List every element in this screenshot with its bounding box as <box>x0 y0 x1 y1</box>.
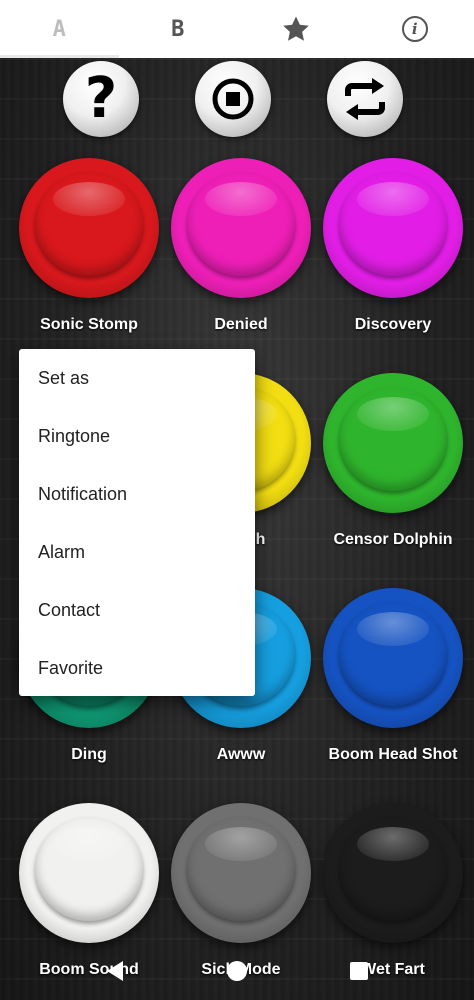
nav-home-icon[interactable] <box>227 961 247 981</box>
tab-favorites[interactable] <box>237 0 356 58</box>
sound-button-cap <box>339 172 447 276</box>
help-button[interactable]: ? <box>63 61 139 137</box>
context-menu: Set as Ringtone Notification Alarm Conta… <box>19 349 255 696</box>
menu-item-notification[interactable]: Notification <box>19 465 255 523</box>
sound-button-cap <box>339 602 447 706</box>
sound-button[interactable] <box>171 803 311 943</box>
sound-label: Boom Head Shot <box>328 746 458 763</box>
repeat-button[interactable] <box>327 61 403 137</box>
sound-button[interactable] <box>19 158 159 298</box>
sound-button-cap <box>339 387 447 491</box>
stop-button[interactable] <box>195 61 271 137</box>
repeat-icon <box>345 78 385 120</box>
stop-icon <box>212 78 254 120</box>
nav-back-icon[interactable] <box>107 961 123 981</box>
star-icon <box>283 16 309 41</box>
sound-button-cap <box>187 172 295 276</box>
sound-button-cap <box>187 817 295 921</box>
tab-a[interactable]: A <box>0 0 119 58</box>
tab-info[interactable]: i <box>356 0 474 58</box>
sound-button[interactable] <box>323 158 463 298</box>
tab-b-label: B <box>171 16 185 42</box>
menu-item-favorite[interactable]: Favorite <box>19 639 255 697</box>
sound-button[interactable] <box>323 588 463 728</box>
help-icon: ? <box>84 66 118 131</box>
sound-button[interactable] <box>19 803 159 943</box>
sound-button[interactable] <box>323 373 463 513</box>
sound-button[interactable] <box>323 803 463 943</box>
menu-item-alarm[interactable]: Alarm <box>19 523 255 581</box>
menu-item-contact[interactable]: Contact <box>19 581 255 639</box>
system-nav-bar <box>0 945 474 1000</box>
tab-a-label: A <box>52 16 66 42</box>
sound-label: Discovery <box>354 316 432 333</box>
sound-label: Censor Dolphin <box>333 531 453 548</box>
sound-button-cap <box>35 172 143 276</box>
tab-b[interactable]: B <box>119 0 238 58</box>
sound-button[interactable] <box>171 158 311 298</box>
nav-recents-icon[interactable] <box>350 962 368 980</box>
sound-label: Ding <box>71 746 107 763</box>
menu-header-set-as: Set as <box>38 367 90 388</box>
info-icon: i <box>401 16 428 42</box>
tab-bar: A B i <box>0 0 474 58</box>
sound-button-cap <box>35 817 143 921</box>
sound-label: Awww <box>216 746 266 763</box>
menu-item-ringtone[interactable]: Ringtone <box>19 407 255 465</box>
sound-label: Sonic Stomp <box>40 316 138 333</box>
sound-button-cap <box>339 817 447 921</box>
sound-label: Denied <box>214 316 268 333</box>
